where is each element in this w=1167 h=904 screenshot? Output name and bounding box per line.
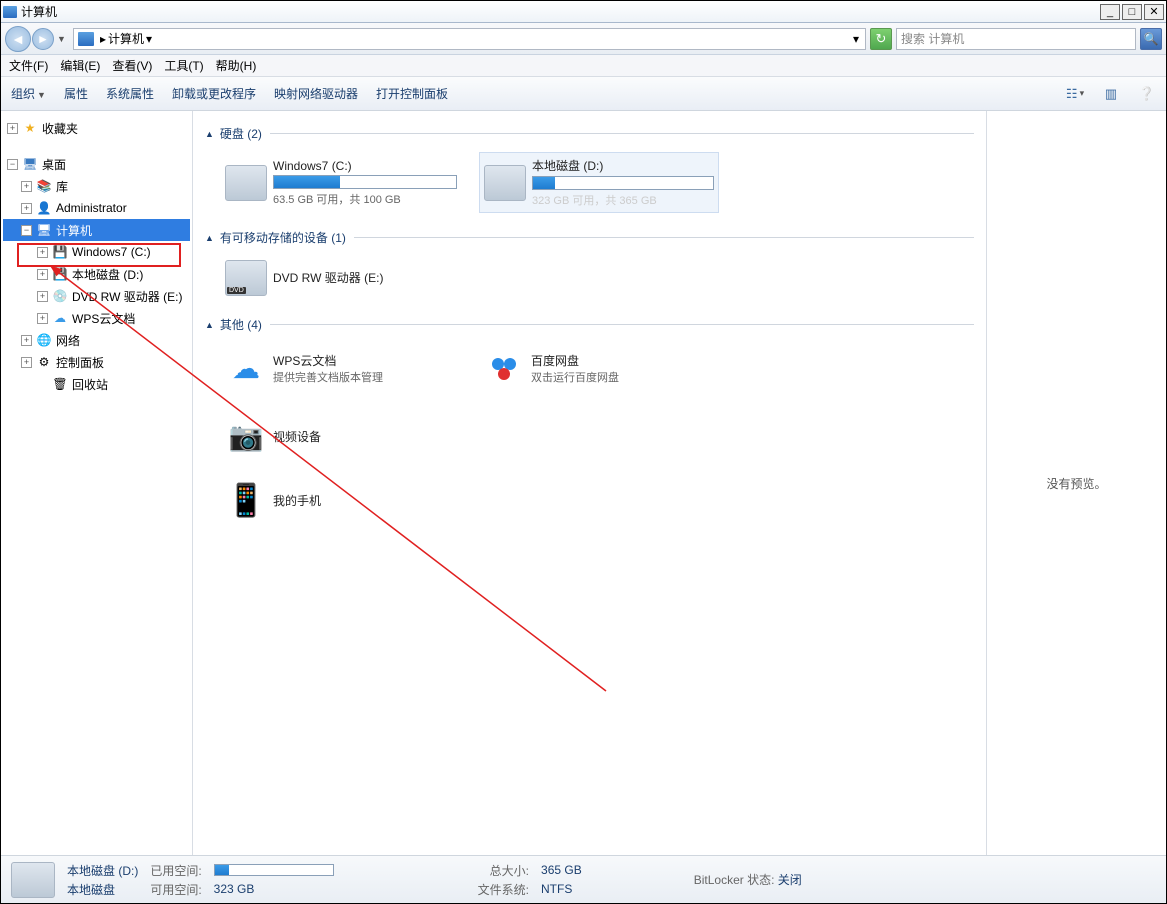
history-dropdown[interactable]: ▼ (57, 34, 69, 44)
tree-admin[interactable]: +👤Administrator (3, 197, 190, 219)
forward-button[interactable]: ► (32, 28, 54, 50)
baidu-disk[interactable]: 百度网盘双击运行百度网盘 (479, 343, 719, 393)
computer-icon (3, 6, 17, 18)
used-bar (214, 864, 334, 876)
group-drives-header[interactable]: ▲硬盘 (2) (205, 125, 974, 142)
camera-icon: 📷 (225, 415, 267, 457)
menu-bar: 文件(F) 编辑(E) 查看(V) 工具(T) 帮助(H) (1, 55, 1166, 77)
menu-tools[interactable]: 工具(T) (164, 57, 203, 74)
menu-view[interactable]: 查看(V) (112, 57, 152, 74)
no-preview-text: 没有预览。 (1046, 475, 1106, 492)
menu-file[interactable]: 文件(F) (9, 57, 48, 74)
navigation-tree: +★收藏夹 −🖥桌面 +📚库 +👤Administrator −🖥计算机 +💾W… (1, 111, 193, 855)
search-button[interactable]: 🔍 (1140, 28, 1162, 50)
tree-favorites[interactable]: +★收藏夹 (3, 117, 190, 139)
capacity-bar (532, 176, 714, 190)
help-button[interactable]: ❔ (1138, 86, 1156, 102)
tree-drive-d[interactable]: +💾本地磁盘 (D:) (3, 263, 190, 285)
title-bar: 计算机 _ □ ✕ (1, 1, 1166, 23)
close-button[interactable]: ✕ (1144, 4, 1164, 20)
properties-button[interactable]: 属性 (64, 85, 88, 102)
breadcrumb-bar[interactable]: ▸ 计算机 ▾ ▾ (73, 28, 866, 50)
map-network-drive-button[interactable]: 映射网络驱动器 (274, 85, 358, 102)
maximize-button[interactable]: □ (1122, 4, 1142, 20)
tree-control-panel[interactable]: +⚙控制面板 (3, 351, 190, 373)
group-other-header[interactable]: ▲其他 (4) (205, 316, 974, 333)
status-type: 本地磁盘 (67, 881, 138, 898)
preview-pane-button[interactable]: ▥ (1102, 86, 1120, 102)
status-bar: 本地磁盘 (D:) 已用空间: 总大小: 365 GB 本地磁盘 可用空间: 3… (1, 855, 1166, 903)
menu-help[interactable]: 帮助(H) (216, 57, 257, 74)
back-button[interactable]: ◄ (5, 26, 31, 52)
drive-icon (225, 165, 267, 201)
tree-recycle-bin[interactable]: 🗑回收站 (3, 373, 190, 395)
drive-d[interactable]: 本地磁盘 (D:) 323 GB 可用，共 365 GB (479, 152, 719, 213)
drive-icon (11, 862, 55, 898)
minimize-button[interactable]: _ (1100, 4, 1120, 20)
uninstall-button[interactable]: 卸载或更改程序 (172, 85, 256, 102)
tree-computer[interactable]: −🖥计算机 (3, 219, 190, 241)
refresh-button[interactable]: ↻ (870, 28, 892, 50)
search-input[interactable]: 搜索 计算机 (896, 28, 1136, 50)
group-removable-header[interactable]: ▲有可移动存储的设备 (1) (205, 229, 974, 246)
tree-network[interactable]: +🌐网络 (3, 329, 190, 351)
toolbar: 组织▼ 属性 系统属性 卸载或更改程序 映射网络驱动器 打开控制面板 ☷▾ ▥ … (1, 77, 1166, 111)
chevron-down-icon[interactable]: ▾ (146, 32, 152, 46)
drive-icon (484, 165, 526, 201)
menu-edit[interactable]: 编辑(E) (60, 57, 100, 74)
main-area: +★收藏夹 −🖥桌面 +📚库 +👤Administrator −🖥计算机 +💾W… (1, 111, 1166, 855)
tree-libraries[interactable]: +📚库 (3, 175, 190, 197)
capacity-bar (273, 175, 457, 189)
control-panel-button[interactable]: 打开控制面板 (376, 85, 448, 102)
tree-desktop[interactable]: −🖥桌面 (3, 153, 190, 175)
search-placeholder: 搜索 计算机 (901, 30, 964, 47)
dvd-drive[interactable]: DVD RW 驱动器 (E:) (221, 256, 461, 300)
tree-drive-c[interactable]: +💾Windows7 (C:) (3, 241, 190, 263)
tree-dvd[interactable]: +💿DVD RW 驱动器 (E:) (3, 285, 190, 307)
video-device[interactable]: 📷 视频设备 (221, 411, 461, 461)
cloud-icon: ☁ (225, 347, 267, 389)
wps-cloud[interactable]: ☁ WPS云文档提供完善文档版本管理 (221, 343, 461, 393)
content-area: ▲硬盘 (2) Windows7 (C:) 63.5 GB 可用，共 100 G… (193, 111, 1166, 855)
file-pane: ▲硬盘 (2) Windows7 (C:) 63.5 GB 可用，共 100 G… (193, 111, 986, 855)
computer-icon (78, 32, 94, 46)
drive-c[interactable]: Windows7 (C:) 63.5 GB 可用，共 100 GB (221, 152, 461, 213)
window-title: 计算机 (21, 3, 57, 20)
view-options-button[interactable]: ☷▾ (1066, 86, 1084, 102)
phone-icon: 📱 (225, 479, 267, 521)
dvd-icon (225, 260, 267, 296)
my-phone[interactable]: 📱 我的手机 (221, 475, 461, 525)
baidu-icon (483, 347, 525, 389)
status-title: 本地磁盘 (D:) (67, 862, 138, 879)
tree-wps[interactable]: +☁WPS云文档 (3, 307, 190, 329)
organize-button[interactable]: 组织▼ (11, 85, 46, 102)
nav-bar: ◄ ► ▼ ▸ 计算机 ▾ ▾ ↻ 搜索 计算机 🔍 (1, 23, 1166, 55)
breadcrumb-item[interactable]: 计算机 (108, 30, 144, 47)
chevron-down-icon[interactable]: ▾ (853, 32, 859, 46)
preview-pane: 没有预览。 (986, 111, 1166, 855)
system-properties-button[interactable]: 系统属性 (106, 85, 154, 102)
